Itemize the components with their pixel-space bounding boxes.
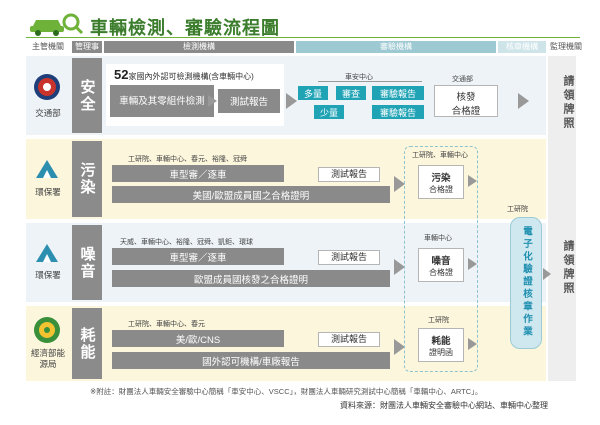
institutions-line: 52家國內外認可檢測機構(含車輛中心) [114,67,254,82]
test-report-box: 測試報告 [318,167,380,182]
energy-orgs: 工研院、車輛中心、春元 [128,321,205,328]
test-report-box: 測試報告 [218,89,280,113]
standards-box: 美/歐/CNS [112,330,284,347]
category-noise: 噪音 [72,225,102,300]
foreign-report-box: 國外認可機構/車廠報告 [112,352,390,369]
title-underline [26,37,580,38]
header-approval: 核章機構 [498,41,546,53]
institutions-count: 52 [114,67,129,82]
header-review: 審驗機構 [296,41,496,53]
category-pollution: 污染 [72,141,102,217]
transport-ministry-label: 交通部 [452,76,473,83]
epa-emblem-icon [34,242,60,266]
header-authority: 主管機關 [32,42,64,51]
header-management: 管理事項 [72,41,102,63]
approval-title: 核發 [456,92,476,103]
test-report-box: 測試報告 [318,332,380,347]
vehicle-review-box: 車型審／逐車 [112,248,284,265]
electronic-label: 電子化驗證核章作業 [521,226,532,339]
source: 資料來源：財團法人車輛安全審驗中心網站、車輛中心整理 [340,401,548,410]
many-badge: 多量 [298,86,328,100]
review-report-badge-2: 審驗報告 [372,105,424,119]
license-label-bottom: 請領牌照 [562,240,574,296]
pollution-orgs: 工研院、車輛中心、春元、裕隆、冠舜 [128,156,247,163]
review-badge: 審查 [336,86,366,100]
license-approval-box: 核發 合格證 [434,85,498,117]
vehicle-review-box: 車型審／逐車 [112,165,284,182]
test-report-box: 測試報告 [318,250,380,265]
approval-sub: 合格證 [451,106,481,117]
ministry-name: 環保署 [35,187,61,197]
itri-label: 工研院 [507,206,528,213]
institutions-text: 家國內外認可檢測機構(含車輛中心) [128,72,254,81]
review-report-badge-1: 審驗報告 [372,86,424,100]
arrow-to-license-1 [518,93,529,109]
arrow-to-license-2 [543,268,551,280]
cert-group-outline [404,146,478,372]
car-search-icon [28,10,84,36]
moto-emblem-icon [33,73,61,101]
foreign-cert-box: 美國/歐盟成員國之合格證明 [112,186,390,203]
license-label-top: 請領牌照 [562,75,574,131]
review-bracket [318,81,422,82]
category-safety: 安全 [72,58,102,133]
arrow-parts [208,95,217,107]
ministry-name: 交通部 [35,108,61,118]
noise-orgs: 天威、車輛中心、裕隆、冠舜、凱鉅、環球 [120,239,253,246]
arrow-to-review [286,93,297,109]
electronic-verification-box: 電子化驗證核章作業 [510,217,542,349]
foreign-cert-box: 歐盟成員國核發之合格證明 [112,270,390,287]
header-supervision: 監理機關 [550,42,582,51]
few-badge: 少量 [314,105,344,119]
ministry-name: 經濟部能源局 [30,348,65,369]
energy-bureau-emblem-icon [33,316,61,344]
header-testing: 檢測機構 [104,41,294,53]
footnote: ※附註：財團法人車輛安全審驗中心簡稱「車安中心、VSCC」，財團法人車輛研究測試… [90,387,483,396]
parts-test-box: 車輛及其零組件檢測 [110,85,214,117]
category-energy: 耗能 [72,308,102,379]
epa-emblem-icon [34,158,60,182]
ministry-name: 環保署 [35,270,61,280]
